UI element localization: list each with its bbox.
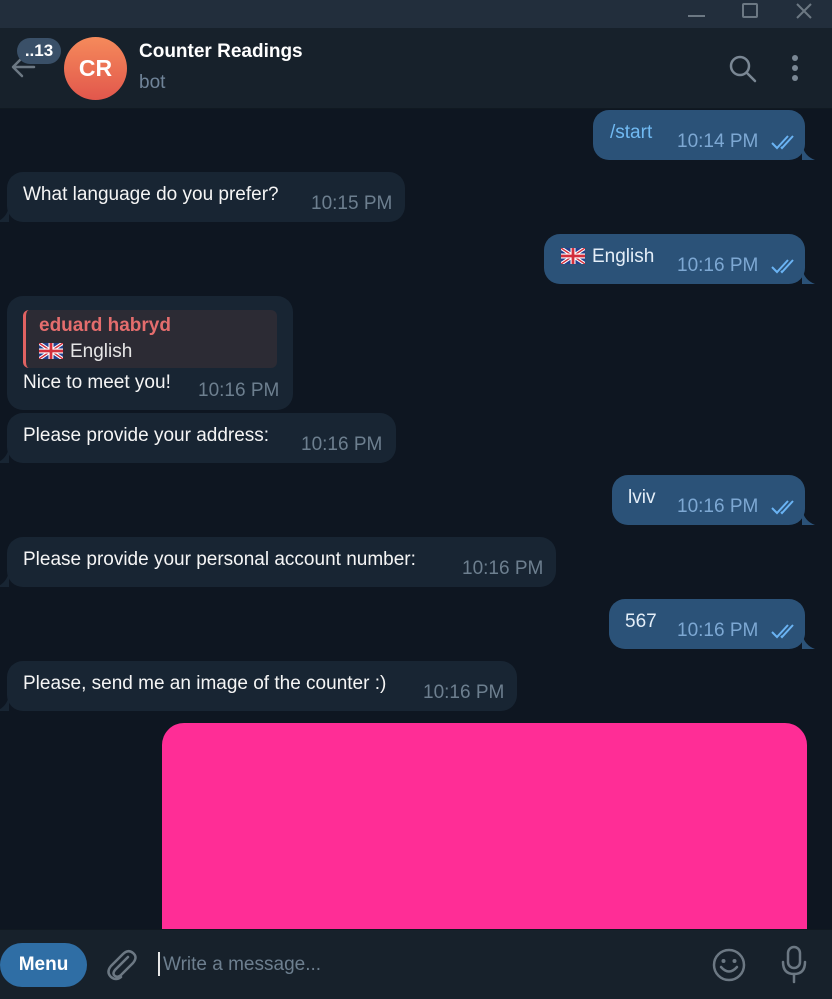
more-vertical-icon[interactable]: [782, 52, 812, 86]
message-time: 10:16 PM: [677, 496, 759, 517]
reply-quote[interactable]: eduard habryd English: [23, 310, 277, 368]
paperclip-icon[interactable]: [104, 947, 138, 983]
message-time: 10:16 PM: [462, 558, 544, 579]
message-time: 10:16 PM: [423, 682, 505, 703]
bubble-tail: [0, 571, 9, 587]
message-text[interactable]: /start: [610, 122, 652, 144]
message-incoming[interactable]: eduard habryd English Nice to meet you! …: [7, 296, 293, 410]
message-outgoing[interactable]: /start 10:14 PM: [593, 110, 805, 160]
message-text: Please provide your address:: [23, 425, 270, 446]
message-incoming[interactable]: Please provide your personal account num…: [7, 537, 556, 587]
bubble-tail: [0, 206, 9, 222]
window-titlebar: [0, 0, 832, 28]
message-time: 10:14 PM: [677, 131, 759, 152]
double-check-icon: [771, 257, 799, 275]
microphone-icon[interactable]: [778, 945, 810, 985]
message-time: 10:16 PM: [301, 434, 383, 455]
menu-button[interactable]: Menu: [0, 943, 87, 987]
message-list[interactable]: /start 10:14 PM What language do you pre…: [0, 109, 832, 929]
message-text: English: [561, 246, 654, 268]
image-message[interactable]: [162, 723, 807, 929]
search-icon[interactable]: [728, 52, 758, 86]
bubble-tail: [802, 144, 815, 160]
message-incoming[interactable]: Please provide your address: 10:16 PM: [7, 413, 396, 463]
message-input[interactable]: [163, 948, 683, 982]
message-text: Nice to meet you!: [23, 372, 171, 393]
emoji-icon[interactable]: [711, 947, 747, 983]
message-text: What language do you prefer?: [23, 184, 279, 205]
message-outgoing[interactable]: 567 10:16 PM: [609, 599, 805, 649]
chat-title[interactable]: Counter Readings: [139, 41, 303, 63]
message-text: lviv: [628, 487, 656, 508]
unread-count-badge[interactable]: ..13: [17, 38, 61, 64]
double-check-icon: [771, 133, 799, 151]
chat-header: ..13 CR Counter Readings bot: [0, 28, 832, 109]
message-composer: Menu: [0, 929, 832, 999]
message-time: 10:15 PM: [311, 193, 393, 214]
double-check-icon: [771, 622, 799, 640]
message-text: Please provide your personal account num…: [23, 549, 416, 570]
uk-flag-icon: [39, 343, 63, 359]
message-time: 10:16 PM: [198, 380, 280, 401]
text-cursor: [158, 952, 160, 976]
reply-label: English: [70, 341, 133, 362]
reply-text: English: [39, 341, 132, 363]
message-label: English: [592, 246, 655, 267]
close-icon[interactable]: [778, 0, 830, 28]
bubble-tail: [0, 695, 9, 711]
maximize-icon[interactable]: [724, 0, 776, 28]
uk-flag-icon: [561, 248, 585, 264]
minimize-icon[interactable]: [670, 0, 722, 28]
message-outgoing[interactable]: English 10:16 PM: [544, 234, 805, 284]
message-text: 567: [625, 611, 657, 632]
double-check-icon: [771, 498, 799, 516]
message-incoming[interactable]: Please, send me an image of the counter …: [7, 661, 517, 711]
bubble-tail: [0, 447, 9, 463]
bubble-tail: [802, 268, 815, 284]
message-incoming[interactable]: What language do you prefer? 10:15 PM: [7, 172, 405, 222]
bubble-tail: [802, 633, 815, 649]
avatar[interactable]: CR: [64, 37, 127, 100]
message-time: 10:16 PM: [677, 620, 759, 641]
message-text: Please, send me an image of the counter …: [23, 673, 387, 694]
chat-subtitle: bot: [139, 72, 166, 93]
reply-author: eduard habryd: [39, 315, 171, 336]
message-time: 10:16 PM: [677, 255, 759, 276]
bubble-tail: [802, 509, 815, 525]
message-outgoing[interactable]: lviv 10:16 PM: [612, 475, 805, 525]
